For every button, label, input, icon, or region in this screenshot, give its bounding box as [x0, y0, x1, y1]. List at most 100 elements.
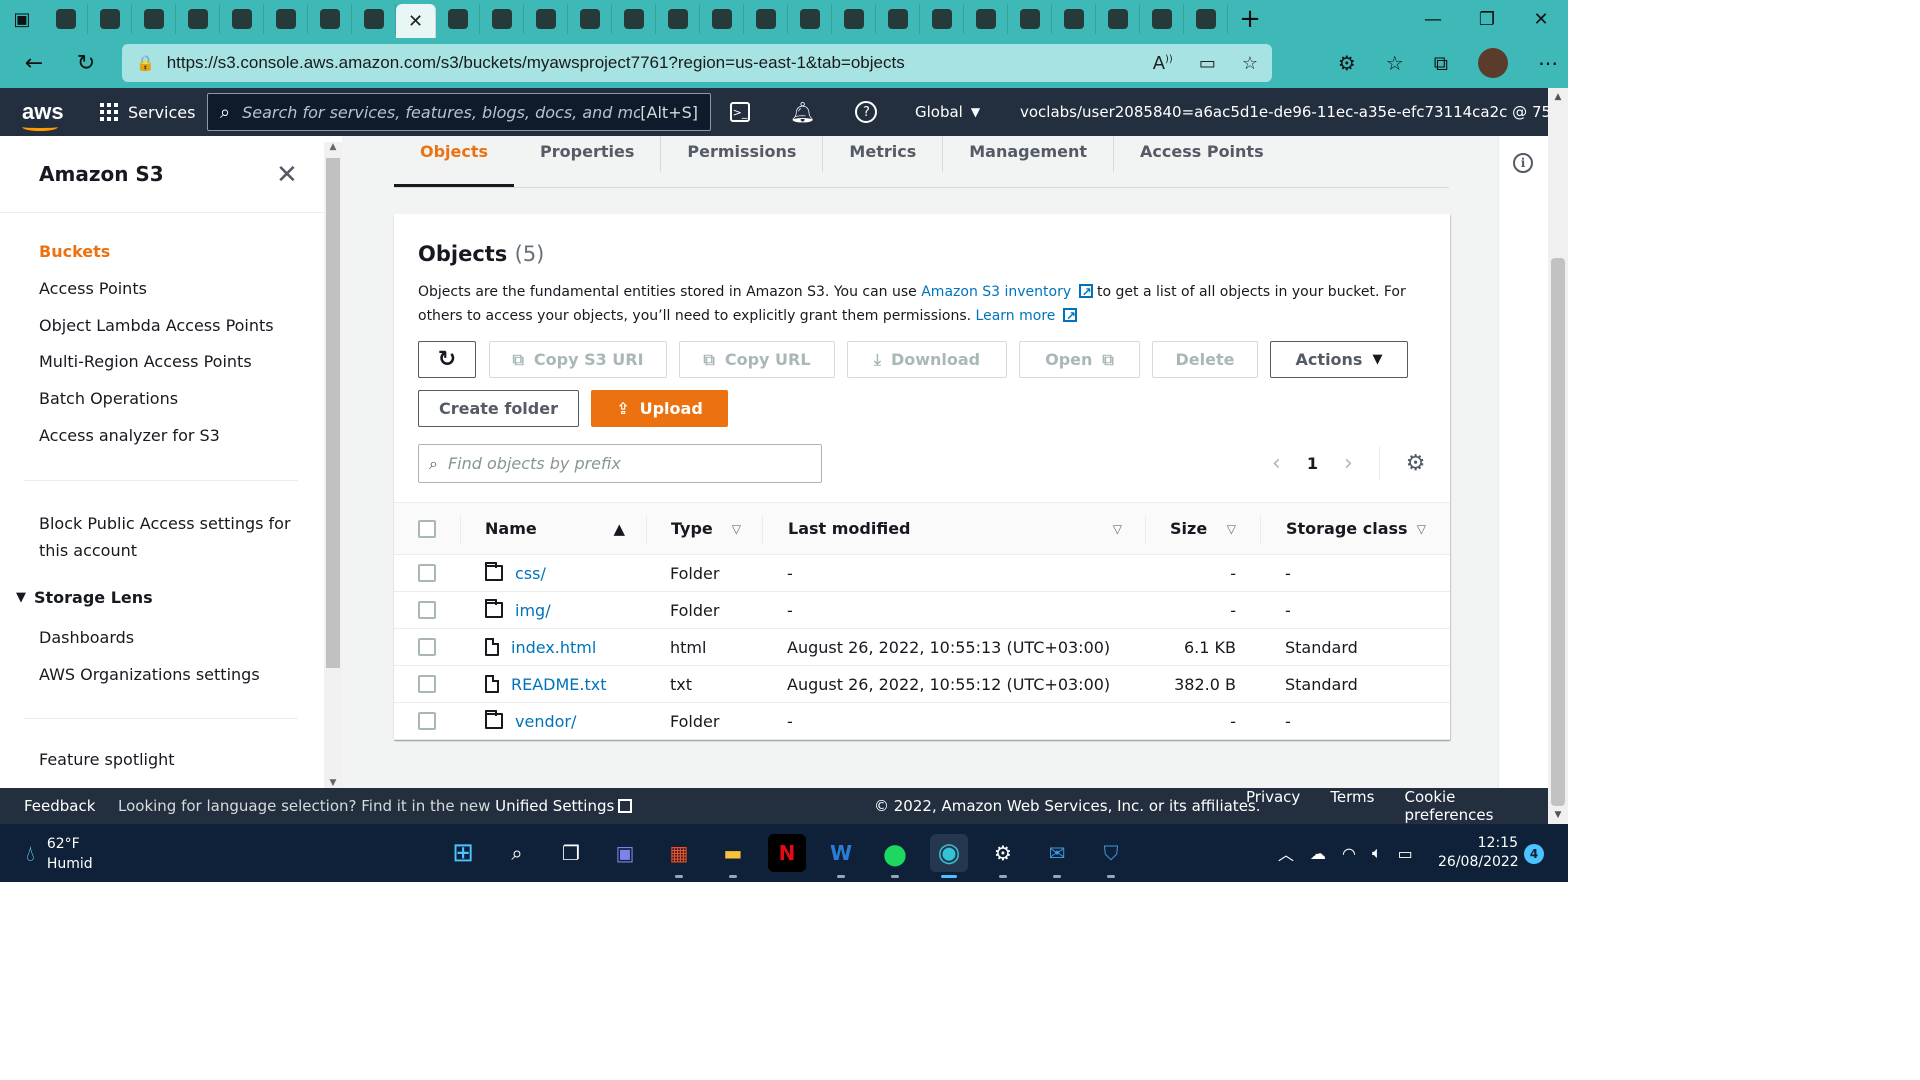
- browser-tab[interactable]: [1140, 4, 1184, 34]
- column-size[interactable]: Size ▽: [1170, 503, 1236, 554]
- row-checkbox-cell[interactable]: [418, 592, 436, 628]
- row-checkbox-cell[interactable]: [418, 555, 436, 591]
- microsoft-store-icon[interactable]: ▦: [660, 834, 698, 878]
- url-field[interactable]: 🔒 https://s3.console.aws.amazon.com/s3/b…: [122, 44, 1272, 82]
- clock[interactable]: 12:15 26/08/2022: [1438, 834, 1519, 872]
- battery-icon[interactable]: ▭: [1398, 844, 1413, 863]
- maximize-icon[interactable]: ❐: [1460, 0, 1514, 38]
- checkbox[interactable]: [418, 564, 436, 582]
- back-icon[interactable]: ←: [8, 51, 60, 76]
- download-button[interactable]: ⤓ Download: [847, 341, 1007, 378]
- object-name-link[interactable]: img/: [515, 601, 551, 620]
- settings-icon[interactable]: ⚙: [984, 834, 1022, 878]
- volume-icon[interactable]: 🔈︎: [1372, 843, 1382, 863]
- read-aloud-icon[interactable]: A)): [1153, 53, 1173, 74]
- refresh-button[interactable]: ↻: [418, 341, 476, 378]
- tab-management[interactable]: Management: [943, 136, 1115, 172]
- checkbox[interactable]: [418, 638, 436, 656]
- object-name-link[interactable]: css/: [515, 564, 546, 583]
- close-window-icon[interactable]: ✕: [1514, 0, 1568, 38]
- actions-dropdown[interactable]: Actions ▼: [1270, 341, 1408, 378]
- privacy-link[interactable]: Privacy: [1246, 788, 1300, 824]
- help-icon[interactable]: ?: [855, 101, 878, 123]
- scroll-up-icon[interactable]: ▲: [324, 142, 342, 152]
- refresh-icon[interactable]: ↻: [60, 51, 112, 76]
- row-checkbox-cell[interactable]: [418, 666, 436, 702]
- info-icon[interactable]: i: [1513, 153, 1533, 173]
- scroll-up-icon[interactable]: ▲: [1548, 92, 1568, 102]
- region-selector[interactable]: Global ▼: [915, 88, 980, 136]
- profile-avatar[interactable]: [1478, 48, 1508, 78]
- chevron-up-icon[interactable]: ︿: [1278, 841, 1294, 865]
- delete-button[interactable]: Delete: [1152, 341, 1258, 378]
- sidebar-item-access-points[interactable]: Access Points: [39, 277, 274, 314]
- column-name[interactable]: Name ▲: [485, 503, 625, 554]
- teams-chat-icon[interactable]: ▣: [606, 834, 644, 872]
- browser-tab[interactable]: [568, 4, 612, 34]
- favorite-add-icon[interactable]: ☆: [1242, 53, 1258, 74]
- browser-tab[interactable]: [744, 4, 788, 34]
- tab-metrics[interactable]: Metrics: [823, 136, 944, 172]
- browser-tab[interactable]: [264, 4, 308, 34]
- table-row[interactable]: index.html html August 26, 2022, 10:55:13 …: [394, 629, 1450, 666]
- row-checkbox-cell[interactable]: [418, 629, 436, 665]
- row-checkbox-cell[interactable]: [418, 703, 436, 739]
- chevron-right-icon[interactable]: ›: [1344, 451, 1353, 476]
- scroll-down-icon[interactable]: ▼: [1548, 810, 1568, 820]
- learn-more-link[interactable]: Learn more: [976, 304, 1077, 328]
- browser-tab[interactable]: [1096, 4, 1140, 34]
- spotify-icon[interactable]: ●: [876, 834, 914, 878]
- new-tab-button[interactable]: +: [1228, 4, 1272, 34]
- tab-permissions[interactable]: Permissions: [661, 136, 824, 172]
- browser-tab[interactable]: [1052, 4, 1096, 34]
- checkbox[interactable]: [418, 519, 436, 538]
- notifications-bell-icon[interactable]: 🔔︎: [790, 100, 815, 124]
- browser-tab[interactable]: [480, 4, 524, 34]
- browser-tab[interactable]: [788, 4, 832, 34]
- open-button[interactable]: Open ⧉: [1019, 341, 1140, 378]
- table-row[interactable]: img/Folder - - -: [394, 592, 1450, 629]
- sidebar-item-block-public-access[interactable]: Block Public Access settings for this ac…: [39, 510, 299, 564]
- vpn-icon[interactable]: ⛉: [1092, 834, 1130, 878]
- sidebar-item-access-analyzer-for-s3[interactable]: Access analyzer for S3: [39, 424, 274, 461]
- browser-tab[interactable]: ✕: [396, 4, 436, 38]
- upload-button[interactable]: ⇪ Upload: [591, 390, 728, 427]
- browser-tab[interactable]: [88, 4, 132, 34]
- tab-access-points[interactable]: Access Points: [1114, 136, 1290, 172]
- service-search-input[interactable]: ⌕ Search for services, features, blogs, …: [207, 93, 711, 131]
- terms-link[interactable]: Terms: [1330, 788, 1374, 824]
- browser-tab[interactable]: [352, 4, 396, 34]
- collections-icon[interactable]: ⧉: [1434, 51, 1448, 75]
- extensions-icon[interactable]: ⚙: [1338, 51, 1356, 75]
- scrollbar-thumb[interactable]: [326, 158, 340, 668]
- weather-widget[interactable]: 💧︎ 62°F Humid: [26, 834, 93, 874]
- sidebar-item-batch-operations[interactable]: Batch Operations: [39, 387, 274, 424]
- page-scrollbar[interactable]: ▲ ▼: [1548, 88, 1568, 824]
- more-icon[interactable]: ⋯: [1538, 51, 1558, 75]
- browser-tab[interactable]: [656, 4, 700, 34]
- browser-tab[interactable]: [876, 4, 920, 34]
- browser-tab[interactable]: [1008, 4, 1052, 34]
- column-last-modified[interactable]: Last modified ▽: [788, 503, 1122, 554]
- sidebar-item-dashboards[interactable]: Dashboards: [39, 626, 260, 663]
- browser-tab[interactable]: [132, 4, 176, 34]
- wifi-icon[interactable]: ◠: [1342, 844, 1356, 863]
- checkbox[interactable]: [418, 675, 436, 693]
- scrollbar-thumb[interactable]: [1551, 258, 1565, 806]
- immersive-reader-icon[interactable]: ▭: [1199, 53, 1216, 74]
- column-storage-class[interactable]: Storage class ▽: [1286, 503, 1426, 554]
- close-icon[interactable]: ✕: [276, 160, 298, 190]
- tab-actions-icon[interactable]: ▣: [0, 0, 44, 38]
- browser-tab[interactable]: [700, 4, 744, 34]
- sidebar-item-buckets[interactable]: Buckets: [39, 240, 274, 277]
- browser-tab[interactable]: [524, 4, 568, 34]
- task-view-icon[interactable]: ❐: [552, 834, 590, 872]
- checkbox[interactable]: [418, 601, 436, 619]
- onedrive-icon[interactable]: ☁: [1310, 844, 1326, 863]
- file-explorer-icon[interactable]: ▬: [714, 834, 752, 878]
- mail-icon[interactable]: ✉: [1038, 834, 1076, 878]
- cookie-preferences-link[interactable]: Cookie preferences: [1405, 788, 1549, 824]
- sidebar-item-object-lambda-access-points[interactable]: Object Lambda Access Points: [39, 314, 274, 351]
- create-folder-button[interactable]: Create folder: [418, 390, 579, 427]
- browser-tab[interactable]: [612, 4, 656, 34]
